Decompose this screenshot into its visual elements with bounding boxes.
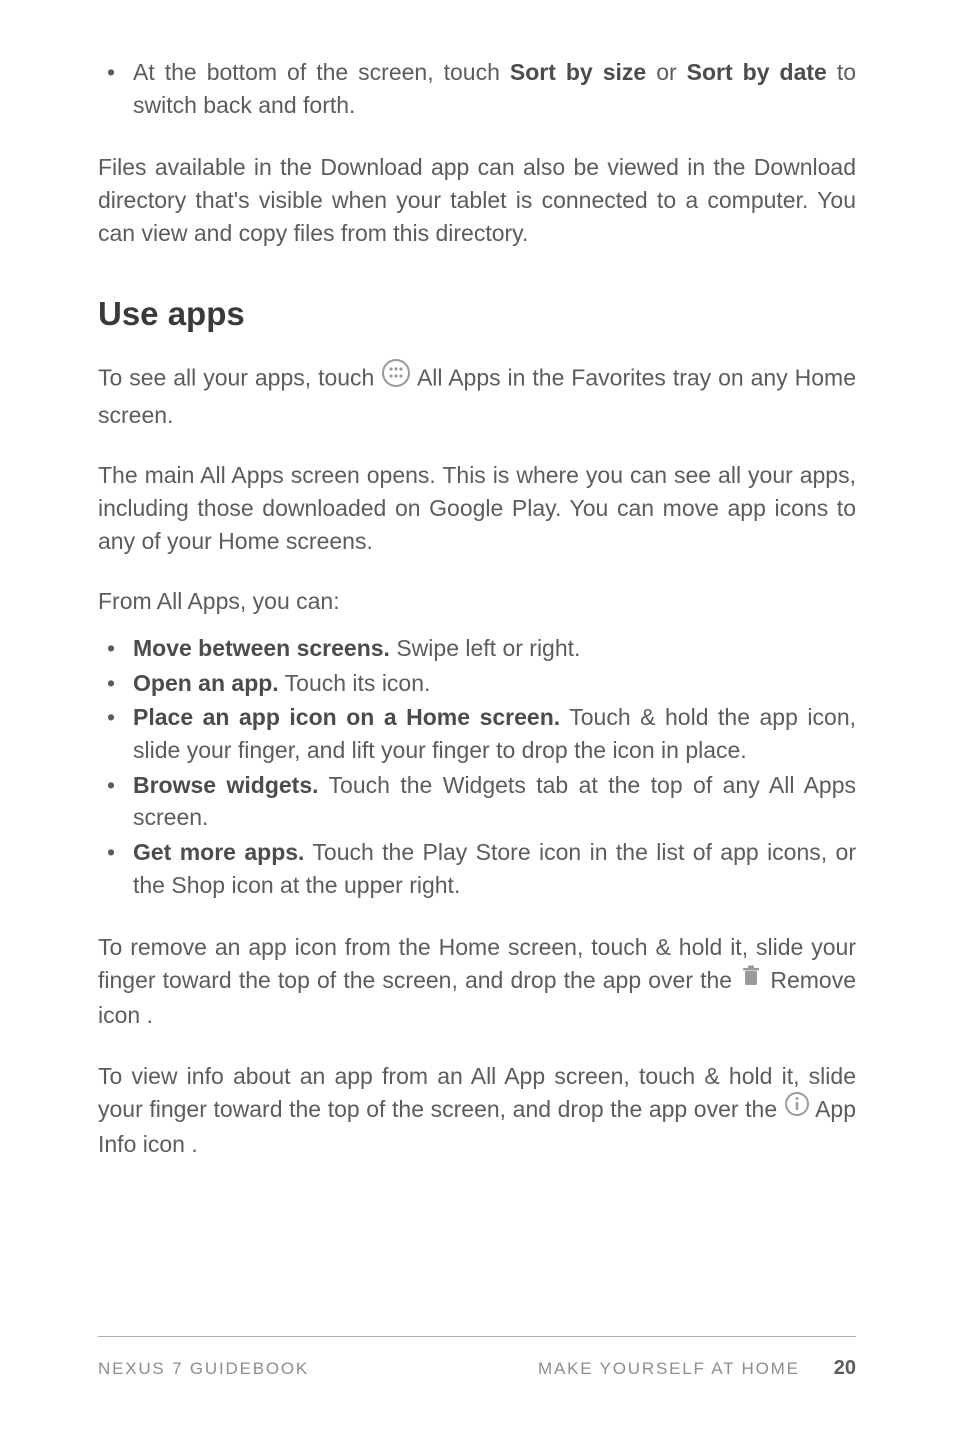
page-footer: NEXUS 7 GUIDEBOOK MAKE YOURSELF AT HOME …: [98, 1336, 856, 1380]
bold-text: Place an app icon on a Home screen.: [133, 704, 560, 730]
top-bullet-list: At the bottom of the screen, touch Sort …: [98, 56, 856, 121]
paragraph: From All Apps, you can:: [98, 585, 856, 618]
list-item: Move between screens. Swipe left or righ…: [98, 632, 856, 665]
paragraph: The main All Apps screen opens. This is …: [98, 459, 856, 557]
page-content: At the bottom of the screen, touch Sort …: [98, 56, 856, 1160]
bold-text: Sort by size: [510, 59, 646, 85]
footer-section-title: MAKE YOURSELF AT HOME: [538, 1359, 800, 1379]
paragraph: To remove an app icon from the Home scre…: [98, 931, 856, 1032]
bold-text: Open an app.: [133, 670, 279, 696]
page-number: 20: [834, 1357, 856, 1380]
text: or: [646, 59, 686, 85]
footer-book-title: NEXUS 7 GUIDEBOOK: [98, 1359, 309, 1379]
paragraph: Files available in the Download app can …: [98, 151, 856, 249]
list-item: Browse widgets. Touch the Widgets tab at…: [98, 769, 856, 834]
footer-divider: [98, 1336, 856, 1337]
trash-icon: [739, 963, 763, 998]
bold-text: Move between screens.: [133, 635, 390, 661]
text: Touch its icon.: [279, 670, 431, 696]
bold-text: Get more apps.: [133, 839, 304, 865]
bold-text: Sort by date: [687, 59, 827, 85]
bold-text: Browse widgets.: [133, 772, 319, 798]
info-icon: [784, 1091, 810, 1126]
paragraph: To see all your apps, touch All Apps in …: [98, 360, 856, 431]
all-apps-icon: [381, 358, 411, 397]
text: To view info about an app from an All Ap…: [98, 1063, 856, 1122]
section-heading: Use apps: [98, 291, 856, 338]
text: To see all your apps, touch: [98, 365, 381, 391]
list-item: Place an app icon on a Home screen. Touc…: [98, 701, 856, 766]
list-item: Open an app. Touch its icon.: [98, 667, 856, 700]
actions-list: Move between screens. Swipe left or righ…: [98, 632, 856, 901]
list-item: Get more apps. Touch the Play Store icon…: [98, 836, 856, 901]
list-item: At the bottom of the screen, touch Sort …: [98, 56, 856, 121]
text: At the bottom of the screen, touch: [133, 59, 510, 85]
paragraph: To view info about an app from an All Ap…: [98, 1060, 856, 1161]
text: Swipe left or right.: [390, 635, 580, 661]
